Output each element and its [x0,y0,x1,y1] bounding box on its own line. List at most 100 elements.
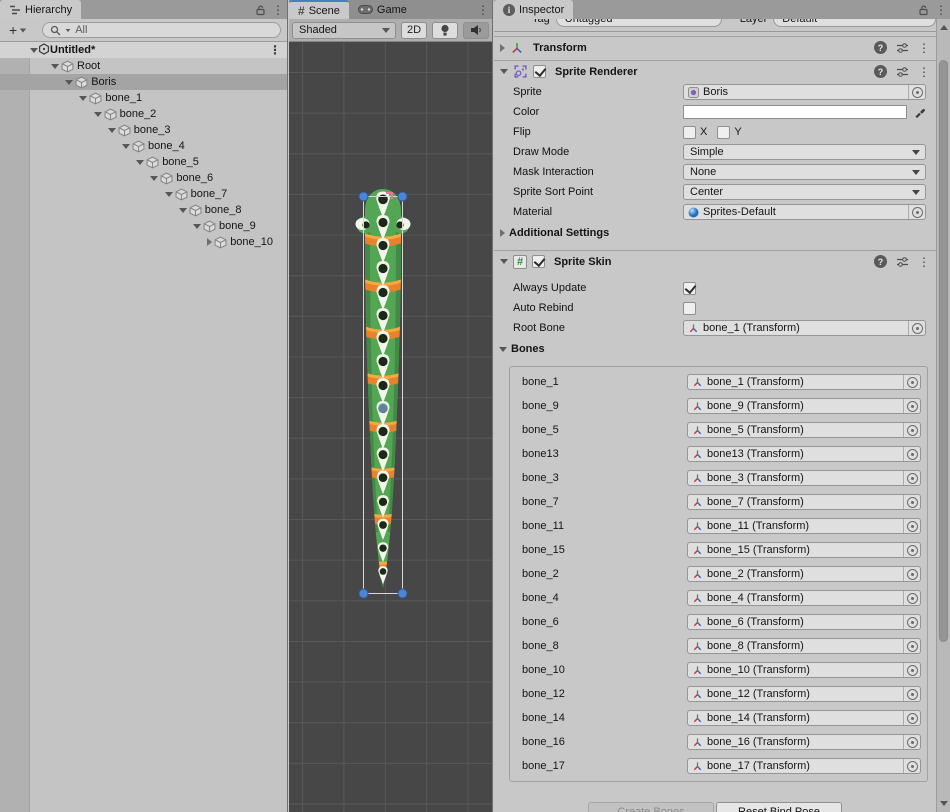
hierarchy-row[interactable]: bone_7 [0,186,287,202]
object-picker[interactable] [903,399,920,413]
hierarchy-row[interactable]: bone_5 [0,154,287,170]
foldout-arrow-icon[interactable] [165,192,173,197]
bone-object-field[interactable]: bone_1 (Transform) [687,374,921,390]
help-icon[interactable]: ? [874,65,887,78]
hierarchy-row[interactable]: bone_2 [0,106,287,122]
selection-handle[interactable] [359,589,368,598]
foldout-arrow-icon[interactable] [136,160,144,165]
hierarchy-row[interactable]: bone_9 [0,218,287,234]
inspector-scrollbar[interactable] [936,19,950,812]
create-bones-button[interactable]: Create Bones [588,802,714,812]
shading-mode-dropdown[interactable]: Shaded [292,22,396,39]
bone-object-field[interactable]: bone13 (Transform) [687,446,921,462]
presets-icon[interactable] [896,66,909,78]
presets-icon[interactable] [896,256,909,268]
object-picker[interactable] [903,615,920,629]
scene-asset-row[interactable]: Untitled* ⋮ [0,42,287,58]
bone-object-field[interactable]: bone_14 (Transform) [687,710,921,726]
scroll-up-icon[interactable] [940,25,948,30]
bone-object-field[interactable]: bone_16 (Transform) [687,734,921,750]
bone-object-field[interactable]: bone_6 (Transform) [687,614,921,630]
scene-menu-icon[interactable]: ⋮ [477,4,487,16]
object-picker[interactable] [903,423,920,437]
scrollbar-thumb[interactable] [939,60,948,642]
hierarchy-row[interactable]: bone_8 [0,202,287,218]
presets-icon[interactable] [896,42,909,54]
object-picker[interactable] [903,567,920,581]
flip-y-checkbox[interactable] [717,126,730,139]
bone-object-field[interactable]: bone_17 (Transform) [687,758,921,774]
bone-object-field[interactable]: bone_12 (Transform) [687,686,921,702]
bone-object-field[interactable]: bone_10 (Transform) [687,662,921,678]
flip-x-checkbox[interactable] [683,126,696,139]
scroll-down-icon[interactable] [940,801,948,806]
bone-object-field[interactable]: bone_4 (Transform) [687,590,921,606]
hierarchy-row[interactable]: Boris [0,74,287,90]
object-picker[interactable] [903,447,920,461]
scene-viewport[interactable] [289,42,492,812]
foldout-arrow-icon[interactable] [500,69,508,74]
bone-object-field[interactable]: bone_3 (Transform) [687,470,921,486]
tab-game[interactable]: Game [349,0,416,19]
foldout-arrow-icon[interactable] [79,96,87,101]
object-picker[interactable] [903,495,920,509]
bones-foldout[interactable]: Bones [494,338,936,360]
draw-mode-dropdown[interactable]: Simple [683,144,926,160]
foldout-arrow-icon[interactable] [94,112,102,117]
component-enabled-checkbox[interactable] [533,65,546,78]
sprite-renderer-component-header[interactable]: Sprite Renderer ? ⋮ [494,60,936,82]
hierarchy-row[interactable]: bone_3 [0,122,287,138]
boris-sprite[interactable] [289,42,493,812]
foldout-arrow-icon[interactable] [500,44,505,52]
component-enabled-checkbox[interactable] [532,255,545,268]
bone-object-field[interactable]: bone_5 (Transform) [687,422,921,438]
object-picker[interactable] [908,205,925,219]
foldout-arrow-icon[interactable] [193,224,201,229]
object-picker[interactable] [903,639,920,653]
selection-handle[interactable] [359,192,368,201]
auto-rebind-checkbox[interactable] [683,302,696,315]
component-menu-icon[interactable]: ⋮ [918,66,928,78]
object-picker[interactable] [903,471,920,485]
toggle-2d-button[interactable]: 2D [401,22,427,39]
object-picker[interactable] [903,591,920,605]
inspector-menu-icon[interactable]: ⋮ [935,4,945,16]
bone-object-field[interactable]: bone_15 (Transform) [687,542,921,558]
help-icon[interactable]: ? [874,255,887,268]
foldout-arrow-icon[interactable] [108,128,116,133]
object-picker[interactable] [903,519,920,533]
object-picker[interactable] [903,687,920,701]
foldout-arrow-icon[interactable] [150,176,158,181]
tag-dropdown[interactable]: Untagged [556,19,722,27]
audio-toggle-button[interactable] [463,22,489,39]
object-picker[interactable] [903,543,920,557]
mask-interaction-dropdown[interactable]: None [683,164,926,180]
object-picker[interactable] [903,735,920,749]
tab-inspector[interactable]: i Inspector [494,0,573,19]
bone-object-field[interactable]: bone_11 (Transform) [687,518,921,534]
object-picker[interactable] [903,663,920,677]
material-object-field[interactable]: Sprites-Default [683,204,926,220]
root-bone-object-field[interactable]: bone_1 (Transform) [683,320,926,336]
reset-bind-pose-button[interactable]: Reset Bind Pose [716,802,842,812]
lock-icon[interactable] [255,4,266,16]
bone-object-field[interactable]: bone_2 (Transform) [687,566,921,582]
component-menu-icon[interactable]: ⋮ [918,256,928,268]
eyedropper-icon[interactable] [914,106,926,118]
selection-handle[interactable] [398,589,407,598]
object-picker[interactable] [903,375,920,389]
scene-row-menu-icon[interactable]: ⋮ [269,44,279,56]
object-picker[interactable] [908,321,925,335]
foldout-arrow-icon[interactable] [500,259,508,264]
hierarchy-row[interactable]: bone_1 [0,90,287,106]
foldout-arrow-icon[interactable] [207,238,212,246]
foldout-arrow-icon[interactable] [179,208,187,213]
sprite-sort-point-dropdown[interactable]: Center [683,184,926,200]
hierarchy-row[interactable]: bone_4 [0,138,287,154]
sprite-object-field[interactable]: Boris [683,84,926,100]
selection-handle[interactable] [398,192,407,201]
bone-object-field[interactable]: bone_8 (Transform) [687,638,921,654]
transform-component-header[interactable]: Transform ? ⋮ [494,36,936,58]
foldout-arrow-icon[interactable] [65,80,73,85]
lighting-toggle-button[interactable] [432,22,458,39]
